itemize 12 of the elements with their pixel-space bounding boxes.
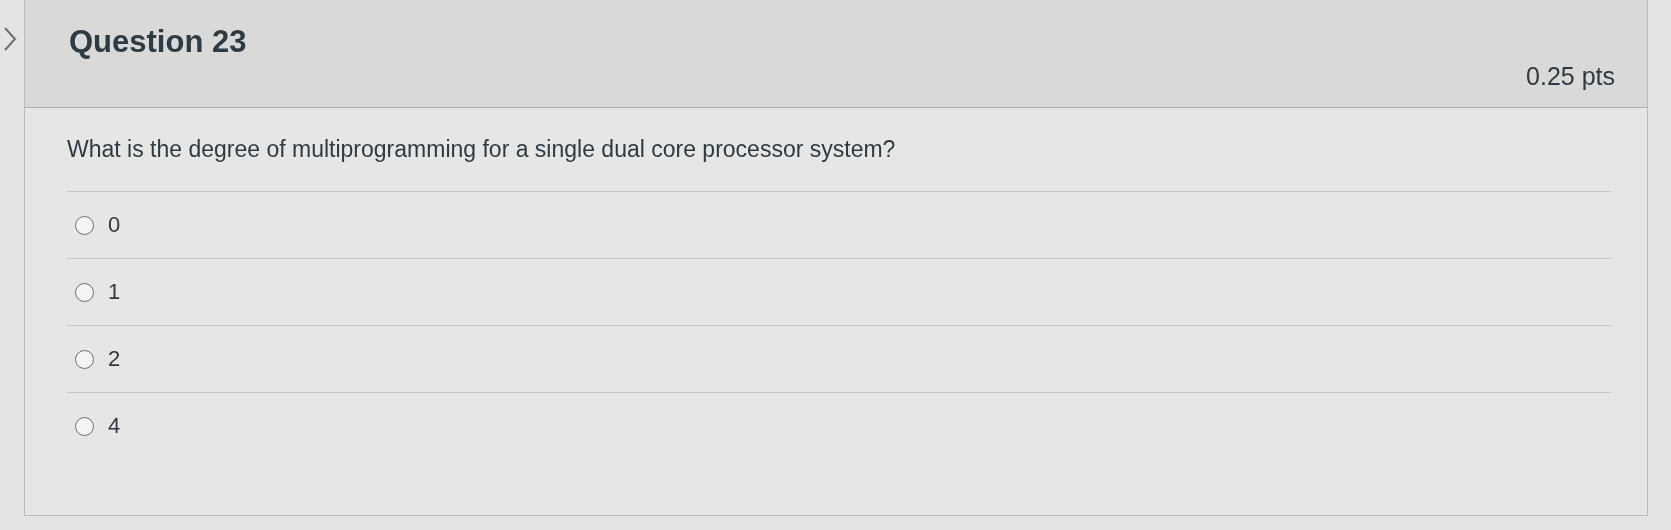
answer-label: 4 [108, 413, 121, 439]
radio-button[interactable] [75, 349, 94, 369]
radio-button[interactable] [75, 282, 94, 302]
chevron-icon[interactable] [2, 26, 18, 52]
question-text: What is the degree of multiprogramming for a single dual core processor system? [67, 136, 897, 163]
radio-button[interactable] [75, 215, 94, 235]
answer-label: 2 [108, 346, 121, 372]
radio-button[interactable] [75, 416, 94, 436]
question-title: Question 23 [69, 24, 247, 60]
answer-label: 1 [108, 279, 121, 305]
points-label: 0.25 pts [1526, 62, 1615, 91]
answer-label: 0 [108, 212, 121, 238]
